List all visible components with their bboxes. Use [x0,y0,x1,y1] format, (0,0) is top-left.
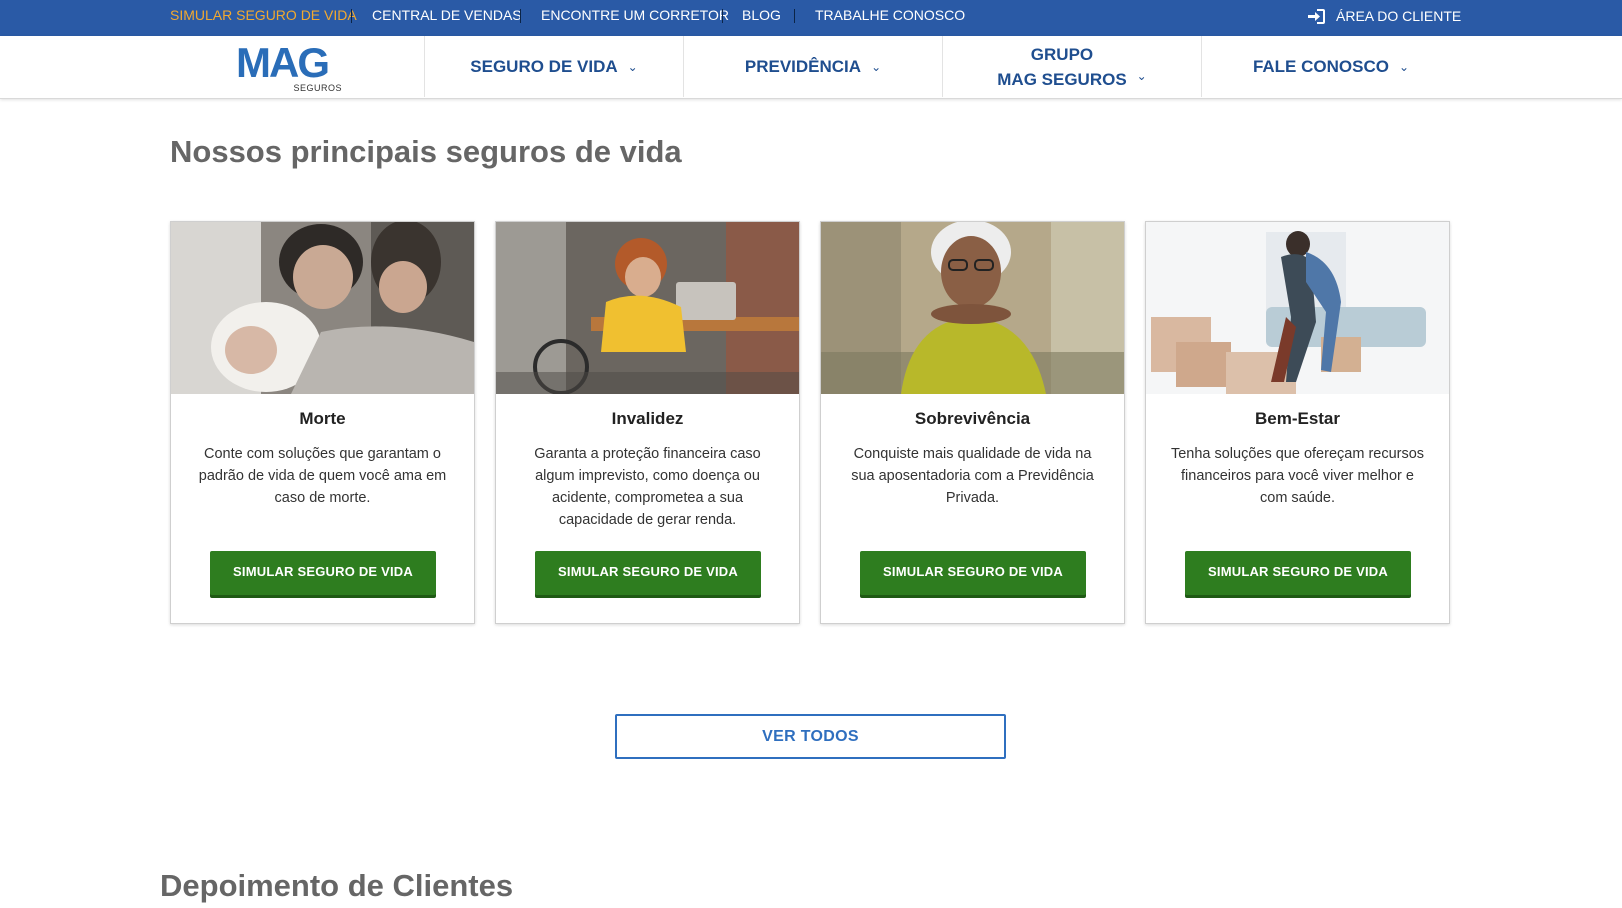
nav-item-label-line1: GRUPO [1030,44,1094,64]
nav-item-fale-conosco[interactable]: FALE CONOSCO ⌄ [1201,36,1460,97]
nav-item-label: PREVIDÊNCIA [744,57,862,76]
topbar-divider [794,9,795,23]
chevron-down-icon: ⌄ [1398,59,1410,74]
card-title: Morte [299,409,346,428]
simular-seguro-button[interactable]: SIMULAR SEGURO DE VIDA [535,551,761,595]
family-with-newborn-photo [171,222,474,394]
client-area-link[interactable]: ÁREA DO CLIENTE [1308,0,1461,33]
nav-item-label: SEGURO DE VIDA [470,57,618,76]
product-card-sobrevivencia: Sobrevivência Conquiste mais qualidade d… [820,221,1125,624]
card-description: Conte com soluções que garantam o padrão… [198,446,447,506]
card-title: Invalidez [611,409,684,428]
topbar-link-blog[interactable]: BLOG [742,0,781,31]
topbar-link-simular[interactable]: SIMULAR SEGURO DE VIDA [170,0,357,31]
chevron-down-icon: ⌄ [627,59,638,74]
mag-logo[interactable]: MAG SEGUROS [236,39,346,96]
topbar-link-central-vendas[interactable]: CENTRAL DE VENDAS [372,0,522,31]
product-card-morte: Morte Conte com soluções que garantam o … [170,221,475,624]
nav-item-label: FALE CONOSCO [1252,57,1389,76]
sign-in-icon [1308,9,1325,24]
client-area-label: ÁREA DO CLIENTE [1336,8,1462,24]
nav-item-previdencia[interactable]: PREVIDÊNCIA ⌄ [683,36,942,97]
product-card-bem-estar: Bem-Estar Tenha soluções que ofereçam re… [1145,221,1450,624]
topbar-divider [722,9,723,23]
smiling-elderly-woman-photo [821,222,1124,394]
see-all-button[interactable]: VER TODOS [615,714,1006,759]
product-card-invalidez: Invalidez Garanta a proteção financeira … [495,221,800,624]
chevron-down-icon: ⌄ [1136,69,1147,83]
main-nav: MAG SEGUROS SEGURO DE VIDA ⌄ PREVIDÊNCIA… [0,36,1622,99]
card-description: Tenha soluções que ofereçam recursos fin… [1170,446,1425,506]
simular-seguro-button[interactable]: SIMULAR SEGURO DE VIDA [860,551,1086,595]
card-description: Conquiste mais qualidade de vida na sua … [851,446,1094,506]
logo-subtitle: SEGUROS [293,83,342,93]
couple-hugging-moving-boxes-photo [1146,222,1449,394]
topbar-link-trabalhe[interactable]: TRABALHE CONOSCO [815,0,965,31]
topbar-link-corretor[interactable]: ENCONTRE UM CORRETOR [541,0,729,31]
card-description: Garanta a proteção financeira caso algum… [534,446,761,528]
chevron-down-icon: ⌄ [871,59,882,74]
section-title: Nossos principais seguros de vida [170,134,682,169]
topbar-divider [520,9,521,23]
nav-item-grupo-mag[interactable]: GRUPO MAG SEGUROS ⌄ [942,36,1201,97]
nav-item-label-line2: MAG SEGUROS [997,69,1127,89]
topbar-divider [351,9,352,23]
logo-brand: MAG [236,39,330,86]
woman-in-wheelchair-laptop-photo [496,222,799,394]
card-title: Bem-Estar [1254,409,1341,428]
nav-item-label: GRUPO MAG SEGUROS [997,42,1126,92]
simular-seguro-button[interactable]: SIMULAR SEGURO DE VIDA [1185,551,1411,595]
card-title: Sobrevivência [914,409,1031,428]
testimonials-title: Depoimento de Clientes [160,868,514,903]
nav-item-seguro-de-vida[interactable]: SEGURO DE VIDA ⌄ [424,36,683,97]
simular-seguro-button[interactable]: SIMULAR SEGURO DE VIDA [210,551,436,595]
top-bar: SIMULAR SEGURO DE VIDA CENTRAL DE VENDAS… [0,0,1622,36]
